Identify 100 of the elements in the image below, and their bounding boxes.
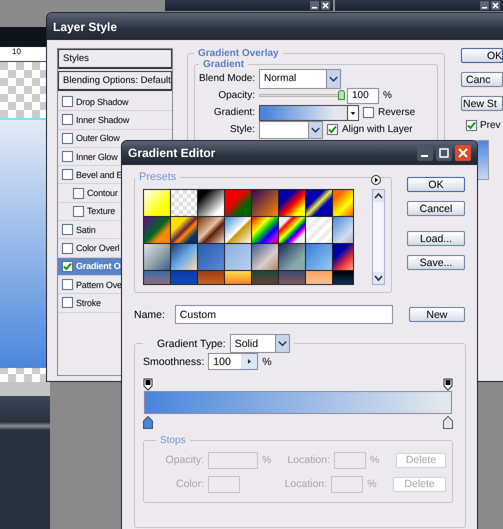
preset-swatch[interactable]: [144, 244, 170, 270]
checkbox[interactable]: [62, 169, 73, 180]
preset-swatch[interactable]: [171, 244, 197, 270]
field-label: Gradient Type:: [157, 338, 226, 350]
maximize-icon[interactable]: [436, 145, 452, 161]
close-icon[interactable]: [455, 145, 471, 161]
blend-mode-dropdown[interactable]: Normal: [259, 68, 341, 88]
list-header[interactable]: Styles: [58, 49, 172, 69]
field-label: Location:: [286, 454, 330, 466]
checkbox-label: Reverse: [378, 107, 416, 118]
checkbox[interactable]: [73, 206, 84, 217]
opacity-stop-icon[interactable]: [143, 378, 153, 391]
checkbox[interactable]: [62, 242, 73, 254]
preset-swatch[interactable]: [252, 244, 278, 270]
dialog-button[interactable]: Save...: [407, 255, 465, 270]
checkbox[interactable]: [363, 107, 374, 118]
dialog-button[interactable]: Load...: [407, 231, 465, 246]
field-label: Blend Mode:: [199, 73, 255, 84]
field-label: Style:: [228, 124, 255, 135]
stop-field: [208, 476, 240, 492]
close-icon[interactable]: [321, 1, 330, 10]
preset-swatch[interactable]: [333, 217, 353, 243]
preset-swatch[interactable]: [144, 190, 170, 216]
checkbox[interactable]: [62, 96, 73, 108]
opacity-field[interactable]: 100: [347, 88, 379, 104]
checkbox[interactable]: [62, 279, 73, 290]
checkbox-label: Align with Layer: [342, 124, 413, 135]
unit-label: %: [262, 356, 272, 368]
opacity-stop-icon[interactable]: [443, 378, 453, 391]
list-item[interactable]: Inner Shadow: [58, 111, 172, 130]
preset-swatch[interactable]: [306, 244, 332, 270]
dialog-button[interactable]: OK: [407, 177, 465, 192]
window-title: Layer Style: [53, 20, 118, 34]
group-title: Gradient Overlay: [197, 48, 280, 59]
gradient-type-dropdown[interactable]: Solid: [230, 334, 290, 353]
preset-swatch[interactable]: [279, 244, 305, 270]
group-title: Gradient: [202, 59, 246, 70]
dialog-button[interactable]: OK: [461, 48, 503, 63]
checkbox[interactable]: [62, 297, 73, 308]
checkbox[interactable]: [62, 132, 73, 144]
preset-swatch[interactable]: [225, 190, 251, 216]
unit-label: %: [383, 90, 392, 101]
minimize-icon[interactable]: [310, 1, 319, 10]
checkbox[interactable]: [62, 151, 73, 162]
preset-swatch[interactable]: [306, 217, 332, 243]
color-stop-icon[interactable]: [443, 416, 453, 429]
preset-swatch[interactable]: [306, 190, 332, 216]
preset-swatch[interactable]: [198, 244, 224, 270]
smoothness-field[interactable]: 100: [208, 353, 258, 370]
field-label: Opacity:: [164, 454, 204, 466]
preset-swatch[interactable]: [198, 190, 224, 216]
scrollbar[interactable]: [372, 189, 385, 285]
group-title: Stops: [159, 435, 187, 446]
checkbox[interactable]: [62, 260, 73, 272]
minimize-icon[interactable]: [480, 1, 489, 10]
preset-swatch[interactable]: [171, 217, 197, 243]
stop-field: [208, 452, 258, 468]
location-field: [334, 452, 366, 468]
preset-swatch[interactable]: [144, 217, 170, 243]
preset-swatch[interactable]: [279, 217, 305, 243]
unit-label: %: [262, 454, 272, 466]
new-button[interactable]: New: [408, 307, 465, 322]
slider-thumb[interactable]: [338, 90, 345, 100]
checkbox[interactable]: [62, 114, 73, 126]
field-label: Opacity:: [217, 90, 255, 101]
preset-swatch[interactable]: [333, 244, 353, 270]
checkbox-label: Prev: [480, 120, 501, 131]
checkbox[interactable]: [73, 188, 84, 199]
field-label: Color:: [174, 478, 204, 490]
field-label: Gradient:: [212, 107, 255, 118]
checkbox[interactable]: [466, 120, 477, 131]
color-stop-icon[interactable]: [143, 416, 153, 429]
preset-swatch[interactable]: [333, 190, 353, 216]
list-item[interactable]: Blending Options: Default: [58, 71, 172, 91]
checkbox[interactable]: [62, 224, 73, 236]
gradient-picker[interactable]: [259, 104, 359, 120]
dialog-button[interactable]: Canc: [461, 72, 503, 87]
minimize-icon[interactable]: [417, 145, 433, 161]
location-field: [331, 476, 364, 492]
preset-swatch[interactable]: [252, 190, 278, 216]
preset-swatch[interactable]: [198, 217, 224, 243]
scroll-down-icon[interactable]: [373, 272, 384, 284]
ruler-label: 10: [12, 47, 21, 56]
list-item[interactable]: Drop Shadow: [58, 93, 172, 112]
close-icon[interactable]: [491, 1, 500, 10]
unit-label: %: [367, 478, 378, 490]
scroll-up-icon[interactable]: [373, 190, 384, 202]
preset-swatch[interactable]: [225, 217, 251, 243]
field-label: Location:: [284, 478, 328, 490]
style-dropdown[interactable]: [259, 120, 323, 138]
preset-swatch[interactable]: [225, 244, 251, 270]
dialog-button[interactable]: New St: [461, 96, 503, 111]
preset-swatch[interactable]: [171, 190, 197, 216]
unit-label: %: [370, 454, 380, 466]
name-field[interactable]: Custom: [174, 305, 393, 324]
checkbox[interactable]: [327, 124, 338, 135]
preset-swatch[interactable]: [252, 217, 278, 243]
preset-swatch[interactable]: [279, 190, 305, 216]
dialog-button[interactable]: Cancel: [407, 201, 465, 216]
field-label: Smoothness:: [143, 356, 204, 368]
